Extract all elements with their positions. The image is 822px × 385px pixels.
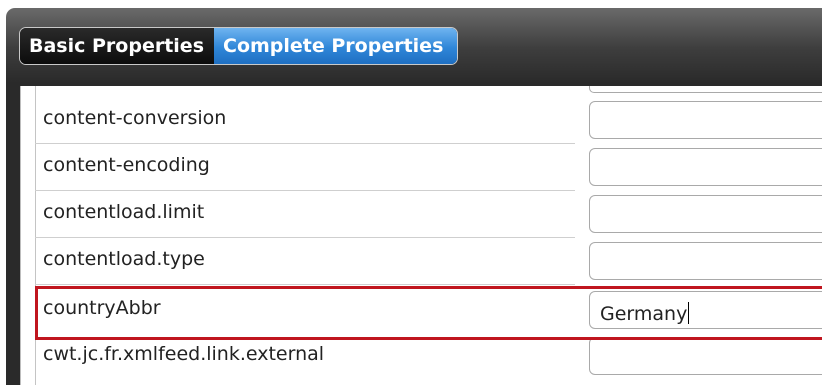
property-row: content-encoding [21, 143, 822, 191]
row-divider [35, 284, 575, 285]
property-row-highlighted: countryAbbr Germany [21, 286, 822, 334]
tab-bar: Basic Properties Complete Properties [19, 27, 459, 65]
property-value-input[interactable] [589, 101, 822, 139]
properties-window: Basic Properties Complete Properties con… [6, 8, 822, 385]
property-row: content-conversion [21, 96, 822, 144]
property-name: content-encoding [43, 154, 210, 176]
previous-value-field[interactable] [589, 86, 822, 93]
properties-panel: content-conversion content-encoding cont… [20, 86, 822, 385]
property-value-input[interactable] [589, 242, 822, 280]
property-row: contentload.type [21, 237, 822, 285]
property-name: content-conversion [43, 107, 227, 129]
tab-basic-properties[interactable]: Basic Properties [20, 28, 214, 64]
property-name: contentload.limit [43, 201, 205, 223]
property-value-input[interactable] [589, 148, 822, 186]
property-value-input[interactable] [589, 195, 822, 233]
property-value-input[interactable] [589, 337, 822, 375]
tab-complete-properties[interactable]: Complete Properties [214, 28, 458, 64]
property-row: contentload.limit [21, 190, 822, 238]
property-name: contentload.type [43, 248, 205, 270]
property-name: countryAbbr [43, 297, 161, 319]
property-row: cwt.jc.fr.xmlfeed.link.external [21, 332, 822, 380]
text-cursor [688, 302, 690, 324]
property-value-input-focused[interactable]: Germany [589, 291, 822, 329]
property-value-text: Germany [600, 303, 688, 325]
property-name: cwt.jc.fr.xmlfeed.link.external [43, 343, 325, 365]
